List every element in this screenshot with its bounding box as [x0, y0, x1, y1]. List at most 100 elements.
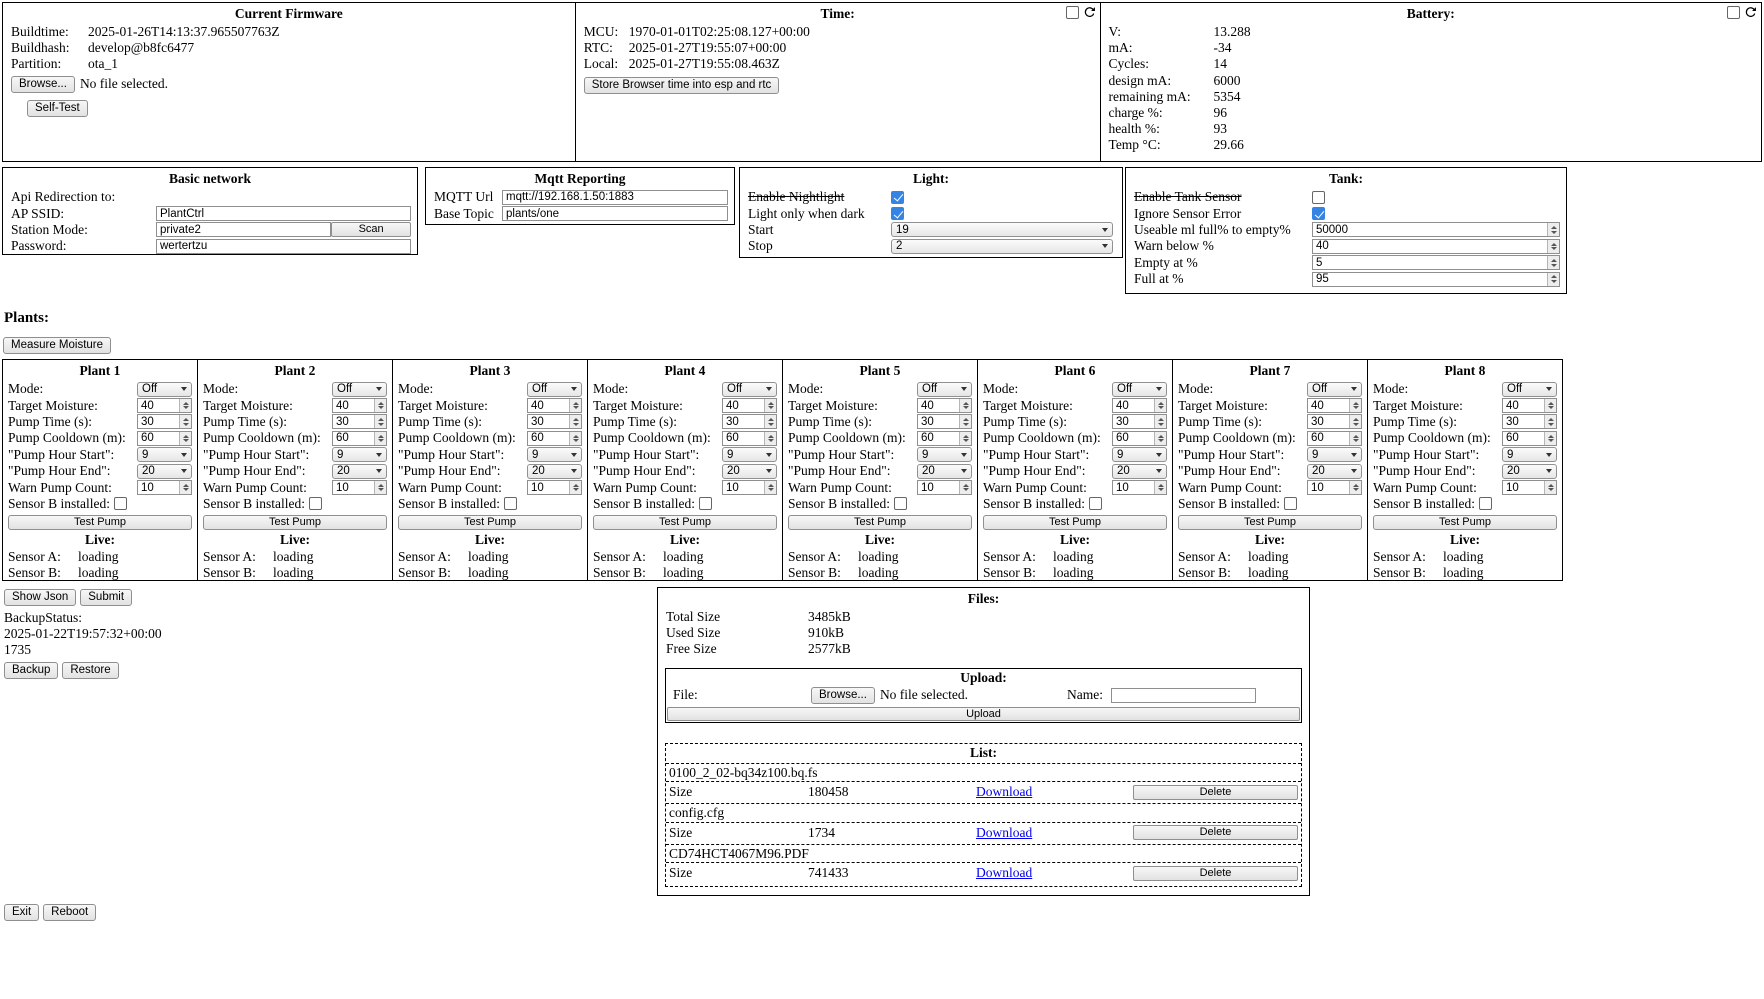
ap-ssid-input[interactable]: [156, 206, 411, 221]
pump-hour-end-select[interactable]: 20: [917, 464, 972, 479]
pump-hour-start-select[interactable]: 9: [137, 447, 192, 462]
scan-button[interactable]: Scan: [331, 222, 411, 237]
spinner-buttons[interactable]: [179, 399, 191, 412]
pump-time-input[interactable]: 30: [332, 414, 387, 429]
spinner-buttons[interactable]: [959, 432, 971, 445]
measure-moisture-button[interactable]: Measure Moisture: [3, 337, 111, 354]
pump-hour-start-select[interactable]: 9: [1112, 447, 1167, 462]
spinner-buttons[interactable]: [1349, 399, 1361, 412]
target-moisture-input[interactable]: 40: [1307, 398, 1362, 413]
test-pump-button[interactable]: Test Pump: [8, 515, 192, 530]
exit-button[interactable]: Exit: [4, 904, 39, 921]
pump-time-input[interactable]: 30: [137, 414, 192, 429]
spinner-buttons[interactable]: [179, 432, 191, 445]
upload-button[interactable]: Upload: [667, 707, 1300, 721]
delete-button[interactable]: Delete: [1133, 866, 1298, 881]
pump-time-input[interactable]: 30: [917, 414, 972, 429]
target-moisture-input[interactable]: 40: [1112, 398, 1167, 413]
light-only-dark-checkbox[interactable]: [891, 207, 904, 220]
upload-browse-button[interactable]: Browse...: [811, 687, 875, 704]
target-moisture-input[interactable]: 40: [332, 398, 387, 413]
test-pump-button[interactable]: Test Pump: [398, 515, 582, 530]
test-pump-button[interactable]: Test Pump: [203, 515, 387, 530]
warn-pump-count-input[interactable]: 10: [527, 480, 582, 495]
selftest-button[interactable]: Self-Test: [27, 100, 88, 117]
mode-select[interactable]: Off: [527, 382, 582, 397]
pump-time-input[interactable]: 30: [722, 414, 777, 429]
light-start-select[interactable]: 19: [891, 222, 1113, 237]
pump-time-input[interactable]: 30: [527, 414, 582, 429]
spinner-buttons[interactable]: [1154, 432, 1166, 445]
battery-autorefresh-checkbox[interactable]: [1727, 6, 1740, 19]
spinner-buttons[interactable]: [1154, 415, 1166, 428]
spinner-buttons[interactable]: [569, 399, 581, 412]
warn-below-input[interactable]: 40: [1312, 239, 1560, 254]
light-stop-select[interactable]: 2: [891, 239, 1113, 254]
useable-ml-input[interactable]: 50000: [1312, 222, 1560, 237]
target-moisture-input[interactable]: 40: [917, 398, 972, 413]
warn-pump-count-input[interactable]: 10: [1307, 480, 1362, 495]
firmware-browse-button[interactable]: Browse...: [11, 76, 75, 93]
test-pump-button[interactable]: Test Pump: [593, 515, 777, 530]
spinner-buttons[interactable]: [959, 481, 971, 494]
pump-hour-end-select[interactable]: 20: [1112, 464, 1167, 479]
pump-cooldown-input[interactable]: 60: [332, 431, 387, 446]
delete-button[interactable]: Delete: [1133, 825, 1298, 840]
sensor-b-installed-checkbox[interactable]: [309, 497, 322, 510]
download-link[interactable]: Download: [976, 865, 1032, 881]
spinner-buttons[interactable]: [764, 415, 776, 428]
spinner-buttons[interactable]: [569, 415, 581, 428]
show-json-button[interactable]: Show Json: [4, 589, 76, 606]
enable-tank-sensor-checkbox[interactable]: [1312, 191, 1325, 204]
test-pump-button[interactable]: Test Pump: [1178, 515, 1362, 530]
time-autorefresh-checkbox[interactable]: [1066, 6, 1079, 19]
spinner-buttons[interactable]: [374, 399, 386, 412]
pump-hour-start-select[interactable]: 9: [1502, 447, 1557, 462]
sensor-b-installed-checkbox[interactable]: [699, 497, 712, 510]
mode-select[interactable]: Off: [917, 382, 972, 397]
spinner-buttons[interactable]: [1349, 415, 1361, 428]
spinner-buttons[interactable]: [1547, 273, 1559, 286]
submit-button[interactable]: Submit: [80, 589, 132, 606]
pump-hour-start-select[interactable]: 9: [917, 447, 972, 462]
download-link[interactable]: Download: [976, 784, 1032, 800]
spinner-buttons[interactable]: [179, 415, 191, 428]
spinner-buttons[interactable]: [764, 481, 776, 494]
warn-pump-count-input[interactable]: 10: [1112, 480, 1167, 495]
warn-pump-count-input[interactable]: 10: [137, 480, 192, 495]
warn-pump-count-input[interactable]: 10: [722, 480, 777, 495]
pump-cooldown-input[interactable]: 60: [527, 431, 582, 446]
pump-cooldown-input[interactable]: 60: [1307, 431, 1362, 446]
spinner-buttons[interactable]: [179, 481, 191, 494]
spinner-buttons[interactable]: [764, 399, 776, 412]
pump-cooldown-input[interactable]: 60: [722, 431, 777, 446]
pump-hour-end-select[interactable]: 20: [722, 464, 777, 479]
warn-pump-count-input[interactable]: 10: [1502, 480, 1557, 495]
download-link[interactable]: Download: [976, 825, 1032, 841]
empty-at-input[interactable]: 5: [1312, 255, 1560, 270]
backup-button[interactable]: Backup: [4, 662, 58, 679]
mode-select[interactable]: Off: [722, 382, 777, 397]
spinner-buttons[interactable]: [569, 432, 581, 445]
station-mode-input[interactable]: [156, 222, 331, 237]
spinner-buttons[interactable]: [764, 432, 776, 445]
pump-hour-end-select[interactable]: 20: [137, 464, 192, 479]
mqtt-url-input[interactable]: [502, 190, 728, 205]
pump-hour-start-select[interactable]: 9: [722, 447, 777, 462]
mode-select[interactable]: Off: [332, 382, 387, 397]
mode-select[interactable]: Off: [1112, 382, 1167, 397]
reboot-button[interactable]: Reboot: [43, 904, 96, 921]
spinner-buttons[interactable]: [959, 415, 971, 428]
spinner-buttons[interactable]: [569, 481, 581, 494]
sensor-b-installed-checkbox[interactable]: [504, 497, 517, 510]
ignore-sensor-error-checkbox[interactable]: [1312, 207, 1325, 220]
pump-hour-end-select[interactable]: 20: [527, 464, 582, 479]
spinner-buttons[interactable]: [1547, 240, 1559, 253]
sensor-b-installed-checkbox[interactable]: [894, 497, 907, 510]
spinner-buttons[interactable]: [1349, 432, 1361, 445]
restore-button[interactable]: Restore: [62, 662, 118, 679]
warn-pump-count-input[interactable]: 10: [332, 480, 387, 495]
spinner-buttons[interactable]: [1154, 481, 1166, 494]
target-moisture-input[interactable]: 40: [1502, 398, 1557, 413]
pump-cooldown-input[interactable]: 60: [1112, 431, 1167, 446]
